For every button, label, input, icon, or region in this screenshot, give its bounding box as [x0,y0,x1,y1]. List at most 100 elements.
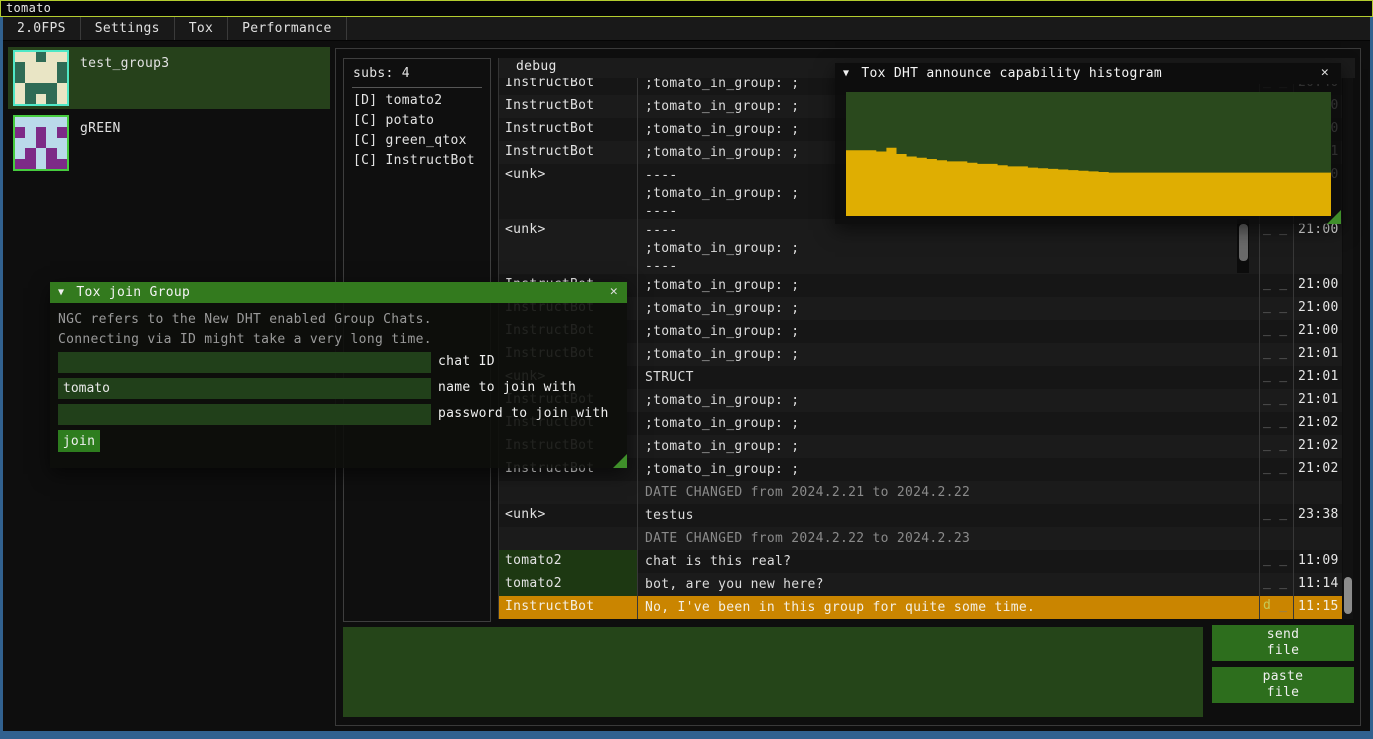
delivery-status-cell: _ _ [1260,320,1294,343]
delivery-status-cell: _ _ [1260,458,1294,481]
dht-histogram-window: ▼ Tox DHT announce capability histogram … [835,63,1341,224]
chat-scrollbar-track [1343,78,1353,619]
send-file-button[interactable]: send file [1212,625,1354,661]
menu-item-2.0fps[interactable]: 2.0FPS [3,17,81,40]
collapse-icon[interactable]: ▼ [843,68,849,79]
menu-item-tox[interactable]: Tox [175,17,228,40]
join-info-line-2: Connecting via ID might take a very long… [58,332,432,347]
message-text-cell: ;tomato_in_group: ; [638,320,1260,343]
delivery-status-cell: _ _ [1260,435,1294,458]
menu-item-settings[interactable]: Settings [81,17,175,40]
group-item-test_group3[interactable]: test_group3 [8,47,330,109]
message-text-cell: ;tomato_in_group: ; [638,435,1260,458]
tab-debug[interactable]: debug [516,59,557,74]
timestamp-cell [1294,527,1342,550]
delivery-status-cell: _ _ [1260,274,1294,297]
timestamp-cell: 21:02 [1294,412,1342,435]
message-text-cell: bot, are you new here? [638,573,1260,596]
message-text-cell: No, I've been in this group for quite so… [638,596,1260,619]
timestamp-cell: 21:01 [1294,389,1342,412]
sender-name-cell: InstructBot [499,118,638,141]
window-titlebar[interactable]: tomato [0,0,1373,17]
sender-name-cell: InstructBot [499,95,638,118]
delivery-status-cell [1260,481,1294,504]
menu-item-performance[interactable]: Performance [228,17,346,40]
join-window-titlebar[interactable]: ▼ Tox join Group ✕ [50,282,627,303]
timestamp-cell: 21:01 [1294,343,1342,366]
resize-grip[interactable] [1327,210,1341,224]
date-changed-row[interactable]: DATE CHANGED from 2024.2.22 to 2024.2.23 [499,527,1342,550]
timestamp-cell: 21:00 [1294,320,1342,343]
password-to-join-with-input[interactable] [58,404,431,425]
chat-ID-input[interactable] [58,352,431,373]
sender-name-cell: tomato2 [499,550,638,573]
message-text-cell: STRUCT [638,366,1260,389]
member-item-potato[interactable]: [C] potato [353,113,434,128]
histogram-window-title: Tox DHT announce capability histogram [861,66,1162,81]
field-label: chat ID [438,354,495,369]
delivery-status-cell: _ _ [1260,504,1294,527]
message-text-cell: ;tomato_in_group: ; [638,297,1260,320]
message-text-cell: ;tomato_in_group: ; [638,274,1260,297]
group-item-gREEN[interactable]: gREEN [8,112,330,174]
window-frame-bottom [0,731,1373,739]
join-group-window: ▼ Tox join Group ✕ NGC refers to the New… [50,282,627,468]
join-info-line-1: NGC refers to the New DHT enabled Group … [58,312,432,327]
field-label: password to join with [438,406,609,421]
chat-scrollbar-handle[interactable] [1344,577,1352,614]
delivery-status-cell: d _ [1260,596,1294,619]
field-label: name to join with [438,380,576,395]
message-text-cell: ;tomato_in_group: ; [638,343,1260,366]
chat-message-row[interactable]: <unk>testus_ _23:38 [499,504,1342,527]
chat-message-row[interactable]: tomato2chat is this real?_ _11:09 [499,550,1342,573]
message-text-cell: DATE CHANGED from 2024.2.22 to 2024.2.23 [638,527,1260,550]
members-separator [352,87,482,88]
timestamp-cell: 23:38 [1294,504,1342,527]
delivery-status-cell: _ _ [1260,389,1294,412]
member-item-green_qtox[interactable]: [C] green_qtox [353,133,467,148]
message-text-cell: ;tomato_in_group: ; [638,389,1260,412]
sender-name-cell: InstructBot [499,596,638,619]
close-icon[interactable]: ✕ [610,284,618,299]
subs-count-label: subs: 4 [353,66,410,81]
member-item-tomato2[interactable]: [D] tomato2 [353,93,442,108]
sender-name-cell: tomato2 [499,573,638,596]
sender-name-cell: <unk> [499,219,638,274]
delivery-status-cell: _ _ [1260,573,1294,596]
message-text-cell: ---- ;tomato_in_group: ; ---- [638,219,1260,274]
chat-message-row[interactable]: <unk>---- ;tomato_in_group: ; ----_ _21:… [499,219,1342,274]
chat-message-row[interactable]: tomato2bot, are you new here?_ _11:14 [499,573,1342,596]
resize-grip[interactable] [613,454,627,468]
sender-name-cell: InstructBot [499,141,638,164]
histogram-window-titlebar[interactable]: ▼ Tox DHT announce capability histogram … [835,63,1341,84]
delivery-status-cell: _ _ [1260,343,1294,366]
window-title: tomato [6,1,51,15]
date-changed-row[interactable]: DATE CHANGED from 2024.2.21 to 2024.2.22 [499,481,1342,504]
join-button[interactable]: join [58,430,100,452]
menu-bar: 2.0FPSSettingsToxPerformance [3,17,1370,41]
message-text-cell: DATE CHANGED from 2024.2.21 to 2024.2.22 [638,481,1260,504]
delivery-status-cell: _ _ [1260,412,1294,435]
timestamp-cell: 21:02 [1294,435,1342,458]
message-text-cell: ;tomato_in_group: ; [638,458,1260,481]
close-icon[interactable]: ✕ [1321,65,1329,80]
group-name: test_group3 [80,56,169,71]
join-window-title: Tox join Group [76,285,190,300]
histogram-area-chart [846,92,1331,216]
group-avatar [13,50,69,106]
message-scrollbar-handle[interactable] [1239,224,1248,261]
name-to-join-with-input[interactable] [58,378,431,399]
timestamp-cell [1294,481,1342,504]
message-input[interactable] [343,627,1203,717]
delivery-status-cell: _ _ [1260,550,1294,573]
delivery-status-cell: _ _ [1260,366,1294,389]
timestamp-cell: 11:09 [1294,550,1342,573]
sender-name-cell [499,527,638,550]
paste-file-button[interactable]: paste file [1212,667,1354,703]
member-item-InstructBot[interactable]: [C] InstructBot [353,153,475,168]
delivery-status-cell [1260,527,1294,550]
collapse-icon[interactable]: ▼ [58,287,64,298]
chat-message-row[interactable]: InstructBotNo, I've been in this group f… [499,596,1342,619]
delivery-status-cell: _ _ [1260,297,1294,320]
timestamp-cell: 21:00 [1294,274,1342,297]
